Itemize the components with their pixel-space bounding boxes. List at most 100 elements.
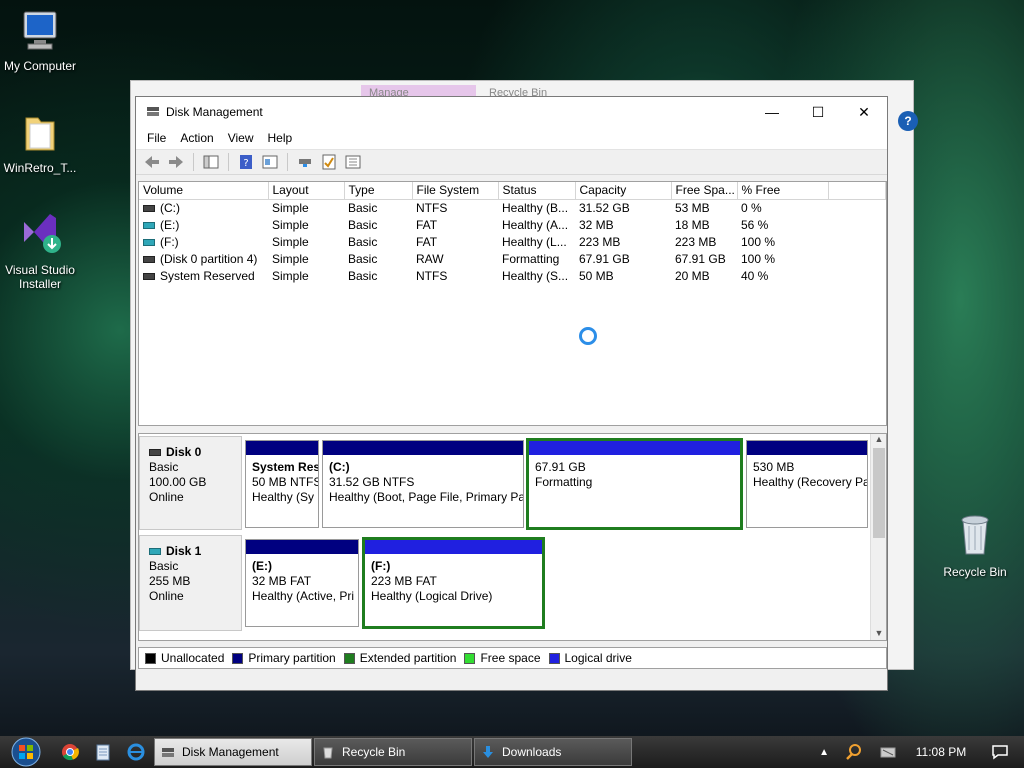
console-tree-icon[interactable] <box>200 152 222 172</box>
partition-f[interactable]: (F:) 223 MB FAT Healthy (Logical Drive) <box>362 537 545 629</box>
taskbar-button-recycle-bin[interactable]: Recycle Bin <box>314 738 472 766</box>
show-hidden-icons-chevron-icon[interactable]: ▲ <box>812 738 836 766</box>
disk-kind: Basic <box>149 559 179 573</box>
cell-fs: NTFS <box>416 268 448 283</box>
menu-help[interactable]: Help <box>261 131 300 145</box>
cell-free: 67.91 GB <box>675 251 726 266</box>
cell-layout: Simple <box>272 200 309 215</box>
connect-icon[interactable] <box>294 152 316 172</box>
partition-name: System Res <box>252 460 318 474</box>
column-header-file-system[interactable]: File System <box>412 182 499 200</box>
disk-0-info[interactable]: Disk 0 Basic 100.00 GB Online <box>139 436 242 530</box>
desktop-icon-recycle-bin[interactable]: Recycle Bin <box>935 512 1015 579</box>
legend-label: Extended partition <box>359 651 457 665</box>
column-header-capacity[interactable]: Capacity <box>575 182 672 200</box>
menu-view[interactable]: View <box>221 131 261 145</box>
cell-status: Healthy (S... <box>502 268 569 283</box>
maximize-button[interactable]: ☐ <box>795 97 841 127</box>
partition-recovery[interactable]: 530 MB Healthy (Recovery Pa <box>746 440 868 528</box>
desktop-icon-label: Recycle Bin <box>943 565 1007 579</box>
help-icon[interactable]: ? <box>898 111 918 131</box>
disk-kind: Basic <box>149 460 179 474</box>
partition-name: (E:) <box>252 559 272 573</box>
partition-bar <box>246 540 358 554</box>
drive-icon <box>143 272 155 280</box>
chrome-icon[interactable] <box>54 738 86 766</box>
table-row[interactable]: (E:) Simple Basic FAT Healthy (A... 32 M… <box>139 216 886 233</box>
list-view-icon[interactable] <box>342 152 364 172</box>
title-bar[interactable]: Disk Management — ☐ ✕ <box>136 97 887 127</box>
scrollbar-thumb[interactable] <box>873 448 885 538</box>
desktop-icon-visual-studio-installer[interactable]: Visual Studio Installer <box>0 210 80 291</box>
column-header-volume[interactable]: Volume <box>139 182 269 200</box>
close-button[interactable]: ✕ <box>841 97 887 127</box>
desktop-icon-my-computer[interactable]: My Computer <box>0 10 80 73</box>
network-icon[interactable] <box>872 738 904 766</box>
partition-system-reserved[interactable]: System Res 50 MB NTFS Healthy (Sy <box>245 440 319 528</box>
desktop-icon-label: WinRetro_T... <box>3 161 77 175</box>
start-button[interactable] <box>0 737 52 767</box>
partition-size: 32 MB FAT <box>252 574 312 588</box>
menu-file[interactable]: File <box>140 131 173 145</box>
internet-explorer-icon[interactable] <box>120 738 152 766</box>
table-row[interactable]: (Disk 0 partition 4) Simple Basic RAW Fo… <box>139 250 886 267</box>
taskbar-button-disk-management[interactable]: Disk Management <box>154 738 312 766</box>
forward-arrow-icon[interactable] <box>165 152 187 172</box>
notepad-icon[interactable] <box>88 738 118 766</box>
legend-item: Unallocated <box>145 651 224 665</box>
table-row[interactable]: System Reserved Simple Basic NTFS Health… <box>139 267 886 284</box>
properties-icon[interactable] <box>259 152 281 172</box>
legend-label: Unallocated <box>161 651 225 665</box>
partition-bar <box>529 441 740 455</box>
back-arrow-icon[interactable] <box>141 152 163 172</box>
table-row[interactable]: (F:) Simple Basic FAT Healthy (L... 223 … <box>139 233 886 250</box>
cell-type: Basic <box>348 251 378 266</box>
partition-size: 67.91 GB <box>535 460 586 474</box>
partition-c[interactable]: (C:) 31.52 GB NTFS Healthy (Boot, Page F… <box>322 440 524 528</box>
notification-icon[interactable] <box>978 738 1022 766</box>
legend-swatch <box>145 652 156 664</box>
checklist-icon[interactable] <box>318 152 340 172</box>
cell-layout: Simple <box>272 251 309 266</box>
help-book-icon[interactable]: ? <box>235 152 257 172</box>
cell-type: Basic <box>348 217 378 232</box>
volume-table-header: Volume Layout Type File System Status Ca… <box>139 182 886 200</box>
column-header-type[interactable]: Type <box>344 182 413 200</box>
column-header-status[interactable]: Status <box>498 182 576 200</box>
partition-disk0-4-formatting[interactable]: 67.91 GB Formatting <box>526 438 743 530</box>
cell-volume: (E:) <box>160 217 180 232</box>
cell-type: Basic <box>348 234 378 249</box>
scroll-down-icon[interactable]: ▼ <box>871 628 886 640</box>
column-header-layout[interactable]: Layout <box>268 182 345 200</box>
table-row[interactable]: (C:) Simple Basic NTFS Healthy (B... 31.… <box>139 199 886 216</box>
scroll-up-icon[interactable]: ▲ <box>871 434 886 448</box>
column-header-free-space[interactable]: Free Spa... <box>671 182 738 200</box>
disk-management-icon <box>162 748 174 757</box>
drive-icon <box>143 238 155 246</box>
column-header-percent-free[interactable]: % Free <box>737 182 829 200</box>
cell-status: Formatting <box>502 251 560 266</box>
menu-action[interactable]: Action <box>173 131 220 145</box>
cell-type: Basic <box>348 268 378 283</box>
desktop-icon-winretro[interactable]: WinRetro_T... <box>0 112 80 175</box>
cell-status: Healthy (L... <box>502 234 567 249</box>
cell-layout: Simple <box>272 234 309 249</box>
legend-swatch <box>548 652 560 664</box>
svg-text:?: ? <box>243 158 248 169</box>
visual-studio-icon <box>0 210 80 259</box>
partition-bar <box>323 441 523 455</box>
partition-e[interactable]: (E:) 32 MB FAT Healthy (Active, Pri <box>245 539 359 627</box>
partition-bar <box>747 441 867 455</box>
loading-spinner-icon <box>579 327 597 345</box>
vertical-scrollbar[interactable]: ▲ ▼ <box>870 434 886 640</box>
cell-pct: 40 % <box>741 268 769 283</box>
search-magnifier-icon[interactable] <box>838 738 870 766</box>
disk-1-info[interactable]: Disk 1 Basic 255 MB Online <box>139 535 242 631</box>
disk-icon <box>149 449 161 457</box>
toolbar-separator <box>287 153 288 171</box>
taskbar-button-downloads[interactable]: Downloads <box>474 738 632 766</box>
clock[interactable]: 11:08 PM <box>906 738 976 766</box>
legend-swatch <box>232 652 244 664</box>
drive-icon <box>143 255 155 263</box>
minimize-button[interactable]: — <box>749 97 795 127</box>
